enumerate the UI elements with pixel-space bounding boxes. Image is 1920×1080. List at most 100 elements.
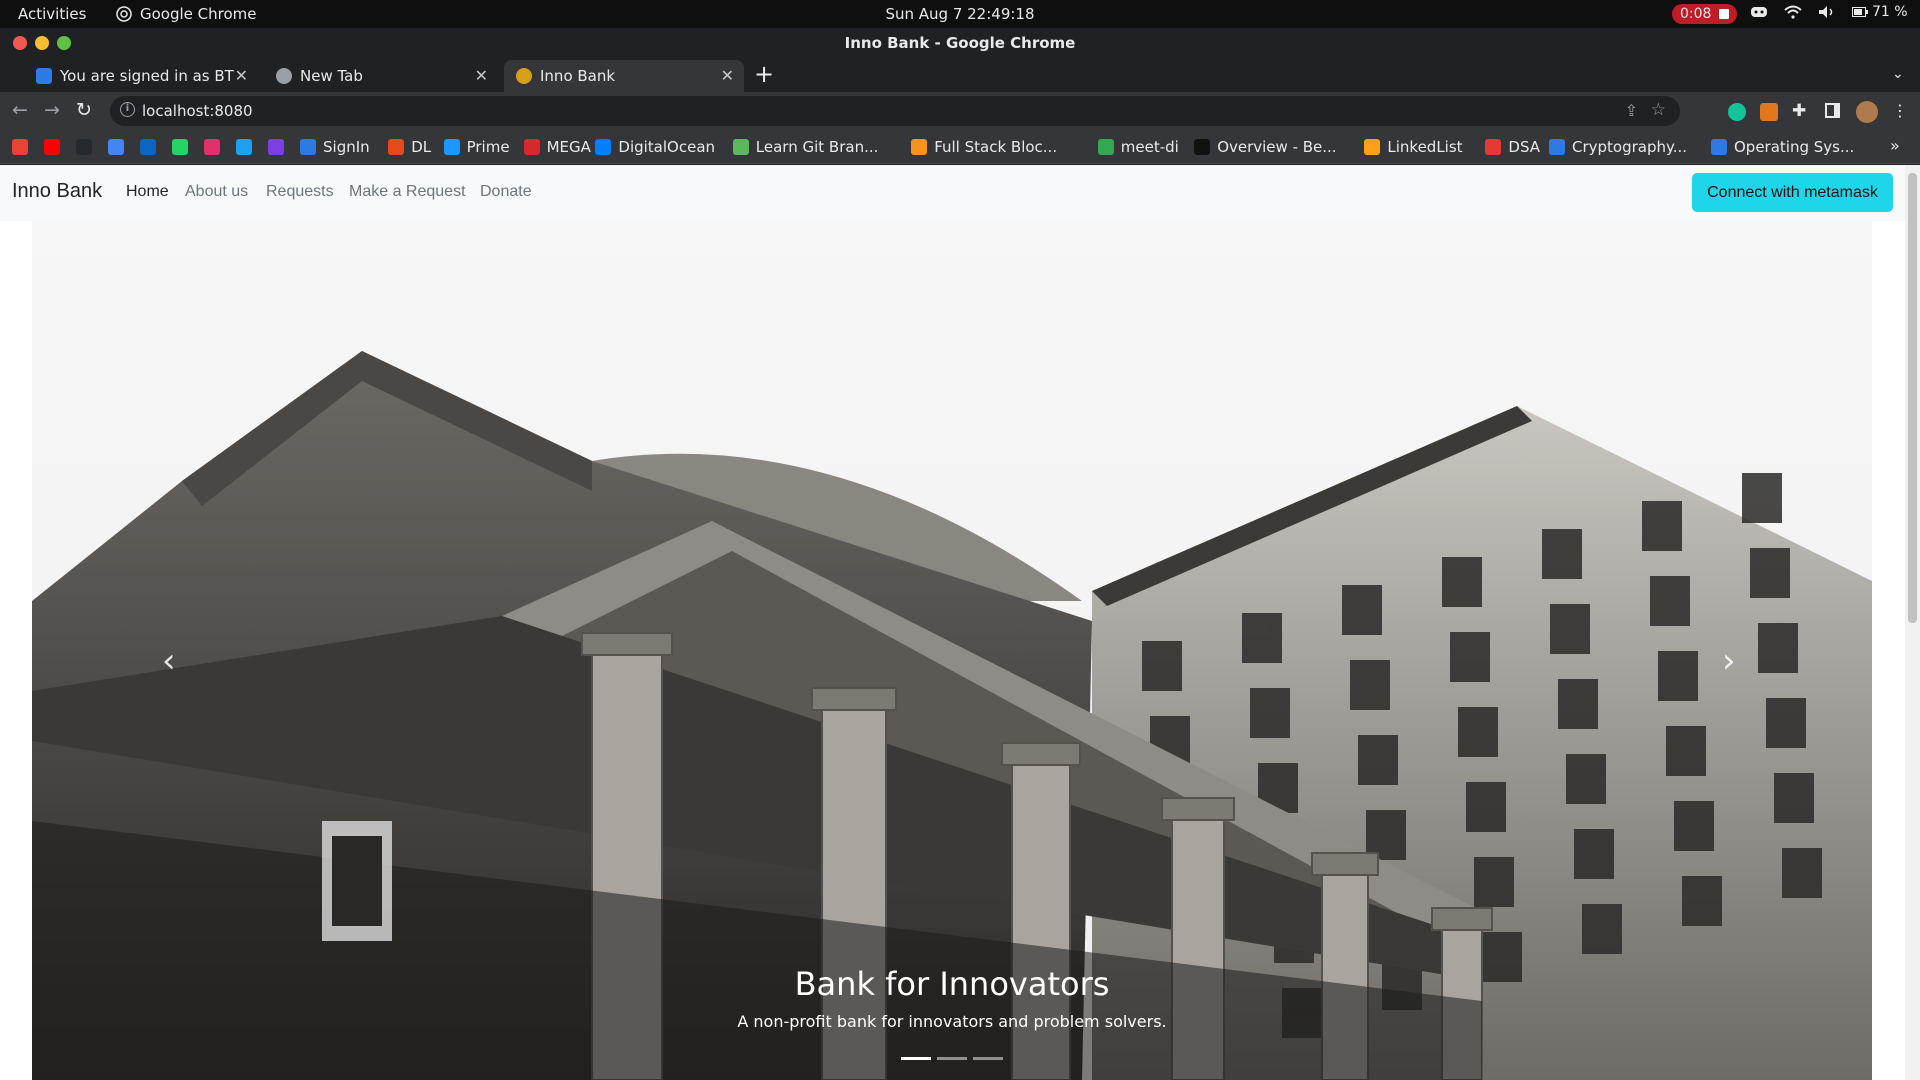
window-shape [1674,801,1714,851]
bookmark-linkedin[interactable] [140,138,156,156]
site-info-icon[interactable]: i [120,102,135,117]
clock[interactable]: Sun Aug 7 22:49:18 [0,5,1920,23]
scrollbar-thumb[interactable] [1908,173,1917,623]
nav-make-a-request[interactable]: Make a Request [349,183,466,201]
carousel-indicator-2[interactable] [937,1057,967,1060]
bookmark-operating-sys[interactable]: Operating Sys... [1711,138,1854,156]
tab-label: Inno Bank [540,67,616,85]
tab-new-tab[interactable]: New Tab ✕ [264,60,498,92]
web-page: Inno Bank Home About us Requests Make a … [0,165,1920,1080]
bookmark-label: MEGA [546,138,591,156]
window-shape [1750,548,1790,598]
share-icon[interactable]: ⇪ [1625,101,1638,120]
bookmark-label: LinkedList [1387,138,1463,156]
chrome-menu-icon[interactable]: ⋮ [1892,101,1908,120]
bookmark-twitter[interactable] [236,138,252,156]
bookmark-label: Cryptography... [1572,138,1688,156]
bookmark-youtube[interactable] [44,138,60,156]
window-shape [1566,754,1606,804]
site-brand[interactable]: Inno Bank [12,180,102,203]
bookmark-label: Prime [466,138,510,156]
window-title: Inno Bank - Google Chrome [844,34,1076,52]
side-panel-icon[interactable] [1825,103,1840,118]
tab-inno-bank[interactable]: Inno Bank ✕ [504,60,744,92]
bookmark-learn-git-bran[interactable]: Learn Git Bran... [732,138,879,156]
column-capital-shape [581,632,673,656]
bookmark-linkedlist[interactable]: LinkedList [1364,138,1463,156]
bookmark-polygon[interactable] [268,138,284,156]
bookmark-label: Learn Git Bran... [755,138,879,156]
carousel-next-icon[interactable]: › [1722,641,1736,681]
grammarly-extension-icon[interactable] [1728,103,1746,121]
profile-avatar[interactable] [1856,101,1878,123]
recording-time: 0:08 [1680,6,1712,22]
bookmark-cryptography[interactable]: Cryptography... [1549,138,1687,156]
tab-favicon-icon [36,68,52,84]
battery-level: 71 % [1872,4,1908,20]
bookmarks-bar: SignIn DL Prime MEGA DigitalOcean Learn Git B… [0,130,1920,164]
bookmark-signin[interactable]: SignIn [300,138,370,156]
bookmark-instagram[interactable] [204,138,220,156]
bookmark-label: Operating Sys... [1734,138,1855,156]
nav-donate[interactable]: Donate [480,183,532,201]
window-shape [1574,829,1614,879]
window-title-bar[interactable]: Inno Bank - Google Chrome [0,28,1920,58]
nav-requests[interactable]: Requests [266,183,334,201]
carousel-prev-icon[interactable]: ‹ [162,641,176,681]
nav-about-us[interactable]: About us [185,183,248,201]
bookmark-gmail[interactable] [12,138,28,156]
bookmark-star-icon[interactable]: ☆ [1651,100,1666,120]
leetcode-icon [1364,139,1381,155]
tab-label: New Tab [300,67,363,85]
window-shape [1350,660,1390,710]
forward-icon[interactable]: → [44,99,60,121]
tab-close-icon[interactable]: ✕ [721,66,734,85]
bookmark-digitalocean[interactable]: DigitalOcean [595,138,715,156]
bookmark-label: DSA [1508,138,1541,156]
bookmark-prime[interactable]: Prime [443,138,510,156]
column-capital-shape [1311,852,1379,876]
polygon-icon [268,139,284,155]
metamask-extension-icon[interactable] [1760,103,1778,121]
bookmark-dsa[interactable]: DSA [1485,138,1540,156]
bookmark-meet-di[interactable]: meet-di [1097,138,1179,156]
youtube-icon [44,139,60,155]
tab-close-icon[interactable]: ✕ [235,66,248,85]
bookmark-mega[interactable]: MEGA [523,138,591,156]
window-shape [1242,613,1282,663]
reload-icon[interactable]: ↻ [76,99,92,121]
tab-signed-in[interactable]: You are signed in as BTEC ✕ [24,60,258,92]
bookmark-dl[interactable]: DL [388,138,431,156]
window-shape [1342,585,1382,635]
carousel-indicator-1[interactable] [901,1057,931,1060]
bookmark-whatsapp[interactable] [172,138,188,156]
bookmark-overview-be[interactable]: Overview - Be... [1194,138,1337,156]
overview-icon [1194,139,1211,155]
bank-building-image [32,351,1872,1080]
address-bar[interactable]: i localhost:8080 ⇪ ☆ [110,96,1680,126]
new-tab-button[interactable]: + [754,60,774,88]
nav-home[interactable]: Home [126,183,169,201]
bookmark-github[interactable] [76,138,92,156]
stop-icon [1719,9,1730,19]
window-shape [1450,632,1490,682]
gmail-icon [12,139,28,155]
connect-metamask-button[interactable]: Connect with metamask [1692,173,1893,212]
system-tray[interactable]: 71 % [1750,4,1908,20]
bookmarks-overflow-icon[interactable]: » [1890,136,1900,155]
tab-search-icon[interactable]: ⌄ [1892,66,1904,82]
meet-icon [1097,139,1114,155]
back-icon[interactable]: ← [12,99,28,121]
window-shape [1650,576,1690,626]
dsa-icon [1485,139,1502,155]
github-icon [76,139,92,155]
bookmark-full-stack-bloc[interactable]: Full Stack Bloc... [911,138,1057,156]
signin-icon [300,139,316,155]
window-shape [1466,782,1506,832]
tab-close-icon[interactable]: ✕ [475,66,488,85]
instagram-icon [204,139,220,155]
screen-recording-indicator[interactable]: 0:08 [1672,4,1738,24]
carousel-indicator-3[interactable] [973,1057,1003,1060]
extensions-puzzle-icon[interactable]: ✚ [1792,101,1806,121]
bookmark-docs[interactable] [108,138,124,156]
